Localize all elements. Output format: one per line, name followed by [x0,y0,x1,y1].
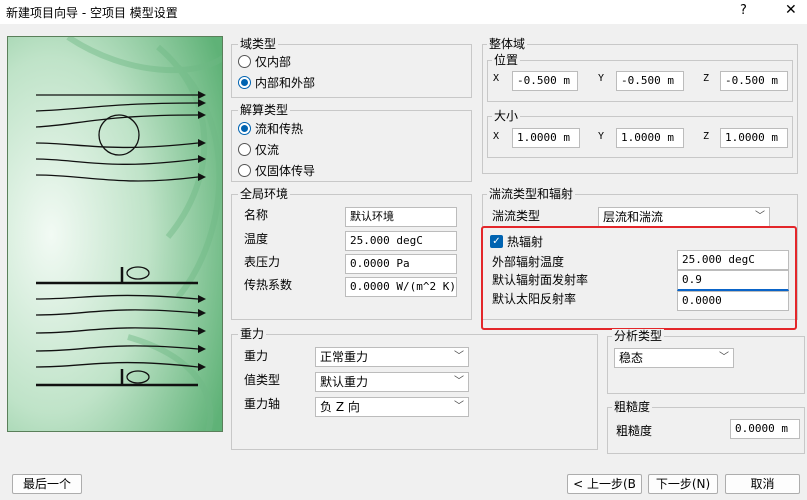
cancel-button[interactable]: 取消 [725,474,800,494]
radio-flow-only-label: 仅流 [255,142,280,157]
gravity-value-type-select[interactable]: 默认重力 ﹀ [315,372,469,392]
chevron-down-icon: ﹀ [755,211,765,222]
roughness-group-label: 粗糙度 [612,400,653,414]
radio-dot [238,75,251,89]
last-button[interactable]: 最后一个 [12,474,82,494]
size-z-label: Z [703,131,710,142]
pos-y-field[interactable]: -0.500 m [616,71,684,91]
size-x-field[interactable]: 1.0000 m [512,128,580,148]
gravity-label: 重力 [244,349,269,363]
overall-domain-label: 整体域 [487,37,528,51]
size-label: 大小 [492,109,521,123]
analysis-type-label: 分析类型 [612,329,665,343]
analysis-type-select[interactable]: 稳态 ﹀ [614,348,734,368]
radio-dot [238,142,251,156]
emissivity-field[interactable]: 0.9 [677,270,789,291]
env-pressure-field[interactable]: 0.0000 Pa [345,254,457,274]
gravity-axis-label: 重力轴 [244,397,281,411]
env-htc-field[interactable]: 0.0000 W/(m^2 K) [345,277,457,297]
pos-x-field[interactable]: -0.500 m [512,71,578,91]
thermal-radiation-checkbox[interactable]: ✓ 热辐射 [490,233,543,249]
chevron-down-icon: ﹀ [454,401,464,412]
global-env-label: 全局环境 [238,187,291,201]
gravity-value-type-value: 默认重力 [320,375,369,389]
size-z-field[interactable]: 1.0000 m [720,128,788,148]
turbulence-type-label: 湍流类型 [492,209,541,223]
radio-solid-conduction-label: 仅固体传导 [255,163,316,178]
turbulence-type-select[interactable]: 层流和湍流 ﹀ [598,207,770,227]
gravity-value: 正常重力 [320,350,369,364]
solve-type-label: 解算类型 [238,103,291,117]
radio-flow-heat-label: 流和传热 [255,121,304,136]
chevron-down-icon: ﹀ [719,352,729,363]
gravity-group-label: 重力 [238,327,267,341]
size-y-field[interactable]: 1.0000 m [616,128,684,148]
flow-illustration [7,36,223,432]
pos-y-label: Y [598,73,605,84]
gravity-axis-value: 负 Z 向 [320,400,360,414]
size-y-label: Y [598,131,605,142]
window-title: 新建项目向导 - 空项目 模型设置 [6,6,178,20]
radio-internal-only[interactable]: 仅内部 [238,53,291,69]
env-pressure-label: 表压力 [244,255,281,269]
radio-solid-conduction[interactable]: 仅固体传导 [238,162,315,178]
thermal-radiation-label: 热辐射 [507,234,544,249]
help-button[interactable]: ? [740,3,747,18]
turbulence-type-value: 层流和湍流 [603,210,664,224]
solar-reflectance-field[interactable]: 0.0000 [677,291,789,311]
env-name-label: 名称 [244,208,269,222]
env-temp-label: 温度 [244,232,269,246]
roughness-field[interactable]: 0.0000 m [730,419,800,439]
position-label: 位置 [492,53,521,67]
env-name-field[interactable]: 默认环境 [345,207,457,227]
emissivity-label: 默认辐射面发射率 [492,273,589,287]
gravity-value-type-label: 值类型 [244,373,281,387]
next-button[interactable]: 下一步(N) [648,474,718,494]
radio-internal-external-label: 内部和外部 [255,75,316,90]
gravity-select[interactable]: 正常重力 ﹀ [315,347,469,367]
radio-dot [238,163,251,177]
solar-reflectance-label: 默认太阳反射率 [492,292,577,306]
domain-type-label: 域类型 [238,37,279,51]
pos-z-label: Z [703,73,710,84]
gravity-axis-select[interactable]: 负 Z 向 ﹀ [315,397,469,417]
pos-z-field[interactable]: -0.500 m [720,71,788,91]
turbulence-radiation-label: 湍流类型和辐射 [487,187,576,201]
env-temp-field[interactable]: 25.000 degC [345,231,457,251]
radio-flow-only[interactable]: 仅流 [238,141,279,157]
analysis-type-value: 稳态 [619,351,644,365]
chevron-down-icon: ﹀ [454,376,464,387]
radio-internal-only-label: 仅内部 [255,54,292,69]
flow-illustration-graphic [8,37,222,431]
radio-dot [238,54,251,68]
radio-dot [238,121,251,135]
checkmark-icon: ✓ [490,234,503,248]
title-bar: 新建项目向导 - 空项目 模型设置 ? ✕ [0,0,807,24]
env-htc-label: 传热系数 [244,278,293,292]
chevron-down-icon: ﹀ [454,351,464,362]
ext-radiation-temp-label: 外部辐射温度 [492,255,565,269]
radio-internal-external[interactable]: 内部和外部 [238,74,315,90]
radio-flow-heat[interactable]: 流和传热 [238,120,303,136]
pos-x-label: X [493,73,500,84]
prev-button[interactable]: < 上一步(B [567,474,642,494]
ext-radiation-temp-field[interactable]: 25.000 degC [677,250,789,270]
roughness-label: 粗糙度 [616,424,653,438]
close-button[interactable]: ✕ [785,2,797,18]
size-x-label: X [493,131,500,142]
